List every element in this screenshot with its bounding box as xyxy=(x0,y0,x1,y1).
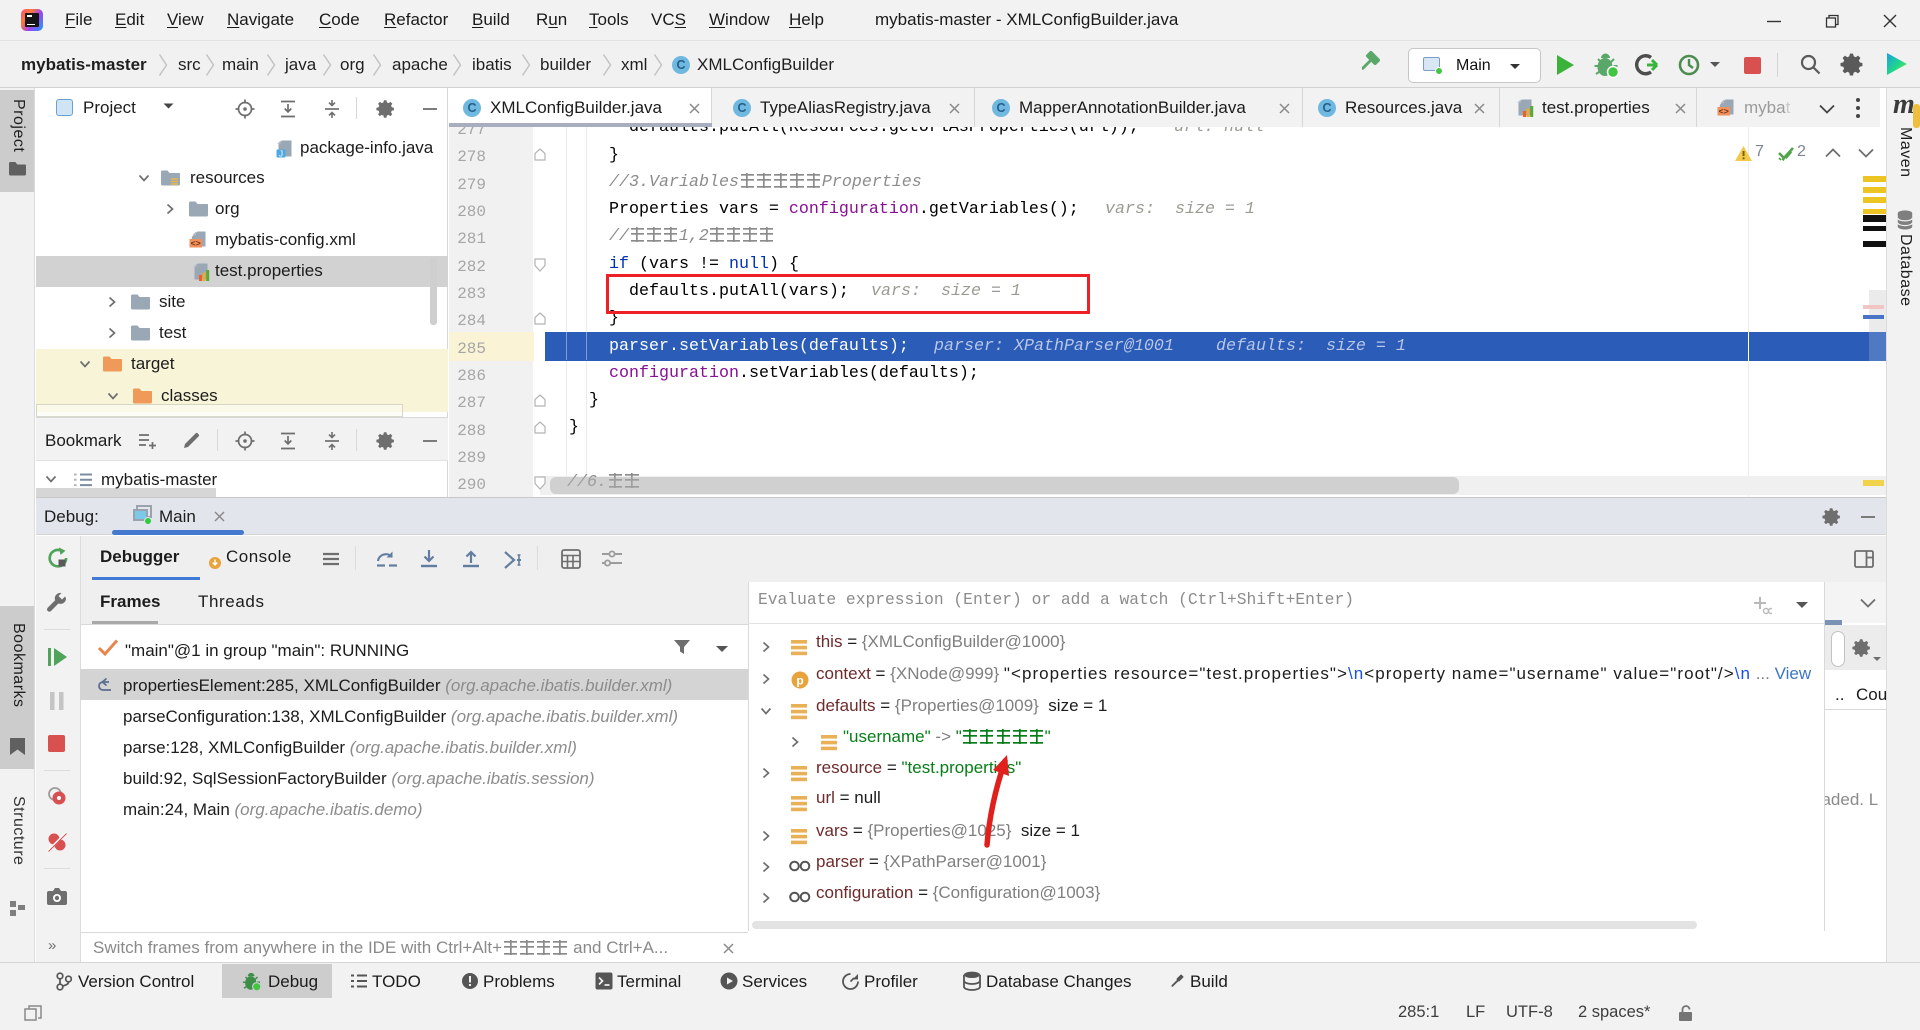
svg-text:<>: <> xyxy=(191,239,201,249)
svg-text:J: J xyxy=(279,148,283,158)
svg-text:p: p xyxy=(796,674,803,688)
svg-text:<>: <> xyxy=(1719,107,1729,117)
